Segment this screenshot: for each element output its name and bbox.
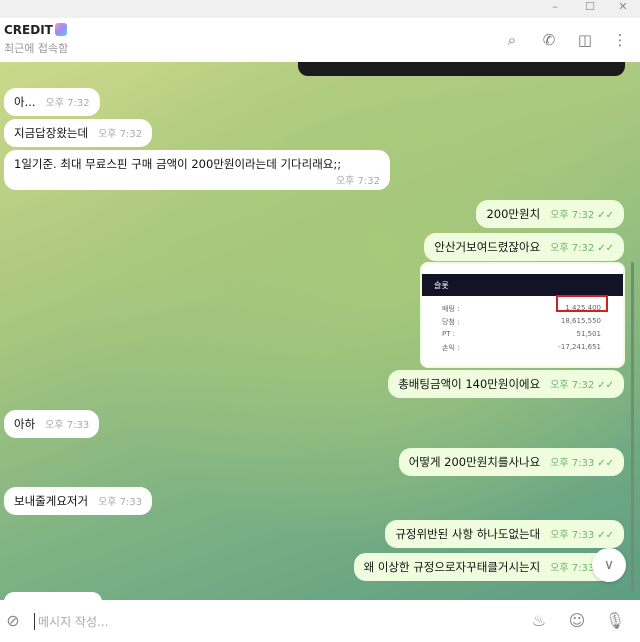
screenshot-header: 슬롯: [422, 274, 623, 296]
message-outgoing: 왜 이상한 규정으로자꾸태클거시는지오후 7:33✓✓: [353, 553, 624, 581]
row-label: 배팅 :: [442, 305, 460, 313]
chat-header[interactable]: CREDIT 최근에 접속함 ⌕ ✆ ◫ ⋮: [0, 18, 640, 62]
message-text: 안산거보여드렸잖아요: [434, 240, 541, 254]
message-time: 오후 7:32: [550, 210, 595, 221]
read-check-icon: ✓✓: [597, 210, 614, 221]
row-value: 51,501: [576, 330, 602, 338]
message-text: 보내줄게요저거: [14, 494, 89, 508]
message-outgoing: 200만원치 오후 7:32 ✓✓: [476, 200, 624, 228]
message-text: 규정위반된 사항 하나도없는대: [395, 527, 541, 541]
close-button[interactable]: ✕: [608, 0, 638, 16]
read-check-icon: ✓✓: [597, 530, 614, 541]
message-incoming: 지금답장왔는데 오후 7:32: [4, 119, 153, 147]
emoji-icon: [54, 23, 67, 36]
row-value: -17,241,651: [558, 343, 601, 351]
read-check-icon: ✓✓: [597, 380, 614, 391]
minimize-button[interactable]: –: [540, 0, 570, 16]
message-text: 왜 이상한 규정으로자꾸태클거시는지: [363, 560, 541, 574]
row-label: PT :: [442, 330, 456, 338]
message-text: 어떻게 200만원치를사나요: [408, 455, 541, 469]
message-outgoing: 규정위반된 사항 하나도없는대 오후 7:33 ✓✓: [385, 520, 624, 548]
phone-icon[interactable]: ✆: [539, 30, 559, 50]
search-icon[interactable]: ⌕: [502, 30, 522, 50]
row-label: 당첨 :: [442, 318, 460, 326]
read-check-icon: ✓✓: [597, 243, 614, 254]
message-text: 총배팅금액이 140만원이에요: [398, 377, 541, 391]
message-outgoing: 총배팅금액이 140만원이에요 오후 7:32 ✓✓: [388, 370, 624, 398]
message-text: 아하: [14, 417, 36, 431]
emoji-icon[interactable]: ☺: [566, 610, 588, 632]
sidebar-toggle-icon[interactable]: ◫: [575, 30, 595, 50]
message-text: 지금답장왔는데: [14, 126, 89, 140]
message-incoming: 아... 오후 7:32: [4, 88, 100, 116]
chat-title-text: CREDIT: [4, 23, 53, 37]
composer: ⊘ 메시지 작성... ♨ ☺ 🎙: [0, 600, 640, 642]
read-check-icon: ✓✓: [597, 458, 614, 469]
message-time: 오후 7:33: [550, 563, 595, 574]
message-time: 오후 7:32: [335, 176, 380, 187]
message-text: 1일기준. 최대 무료스핀 구매 금액이 200만원이라는데 기다리래요;;: [14, 157, 342, 171]
message-text: 200만원치: [486, 207, 541, 221]
row-value: 18,615,550: [560, 317, 601, 325]
message-outgoing: 어떻게 200만원치를사나요 오후 7:33 ✓✓: [398, 448, 624, 476]
image-message-previous[interactable]: [298, 62, 625, 76]
message-incoming: 보내줄게요저거 오후 7:33: [4, 487, 153, 515]
sticker-icon[interactable]: ♨: [528, 610, 550, 632]
message-list[interactable]: 아... 오후 7:32 지금답장왔는데 오후 7:32 1일기준. 최대 무료스핀…: [0, 62, 640, 600]
message-time: 오후 7:33: [45, 420, 90, 431]
screenshot-row: 손익 : -17,241,651: [422, 343, 623, 356]
image-message-screenshot[interactable]: 슬롯 배팅 :1,425,400 당첨 :18,615,550 PT :51,5…: [420, 262, 625, 368]
chat-title: CREDIT: [4, 23, 67, 37]
message-input[interactable]: 메시지 작성...: [34, 613, 108, 630]
message-time: 오후 7:33: [550, 458, 595, 469]
chat-status: 최근에 접속함: [4, 42, 69, 55]
message-outgoing: 안산거보여드렸잖아요 오후 7:32 ✓✓: [424, 233, 624, 261]
chevron-down-icon: ∨: [603, 557, 615, 573]
window-titlebar: – ☐ ✕: [0, 0, 640, 18]
highlight-box: [556, 295, 608, 312]
row-label: 손익 :: [442, 344, 460, 352]
message-text: 아...: [14, 95, 36, 109]
maximize-button[interactable]: ☐: [575, 0, 605, 16]
message-time: 오후 7:32: [45, 98, 90, 109]
message-time: 오후 7:33: [550, 530, 595, 541]
screenshot-row: 당첨 : 18,615,550: [422, 317, 623, 330]
screenshot-row: PT : 51,501: [422, 330, 623, 343]
message-time: 오후 7:32: [550, 243, 595, 254]
paperclip-icon[interactable]: ⊘: [2, 610, 24, 632]
microphone-icon[interactable]: 🎙: [604, 610, 626, 632]
message-time: 오후 7:33: [98, 497, 143, 508]
message-incoming: 1일기준. 최대 무료스핀 구매 금액이 200만원이라는데 기다리래요;; 오후…: [4, 150, 390, 190]
message-time: 오후 7:32: [550, 380, 595, 391]
more-menu-icon[interactable]: ⋮: [610, 30, 630, 50]
message-incoming: 아하 오후 7:33: [4, 410, 100, 438]
scroll-down-button[interactable]: ∨: [592, 548, 626, 582]
message-incoming-partial: [4, 592, 102, 600]
scrollbar[interactable]: [631, 262, 634, 592]
message-time: 오후 7:32: [98, 129, 143, 140]
